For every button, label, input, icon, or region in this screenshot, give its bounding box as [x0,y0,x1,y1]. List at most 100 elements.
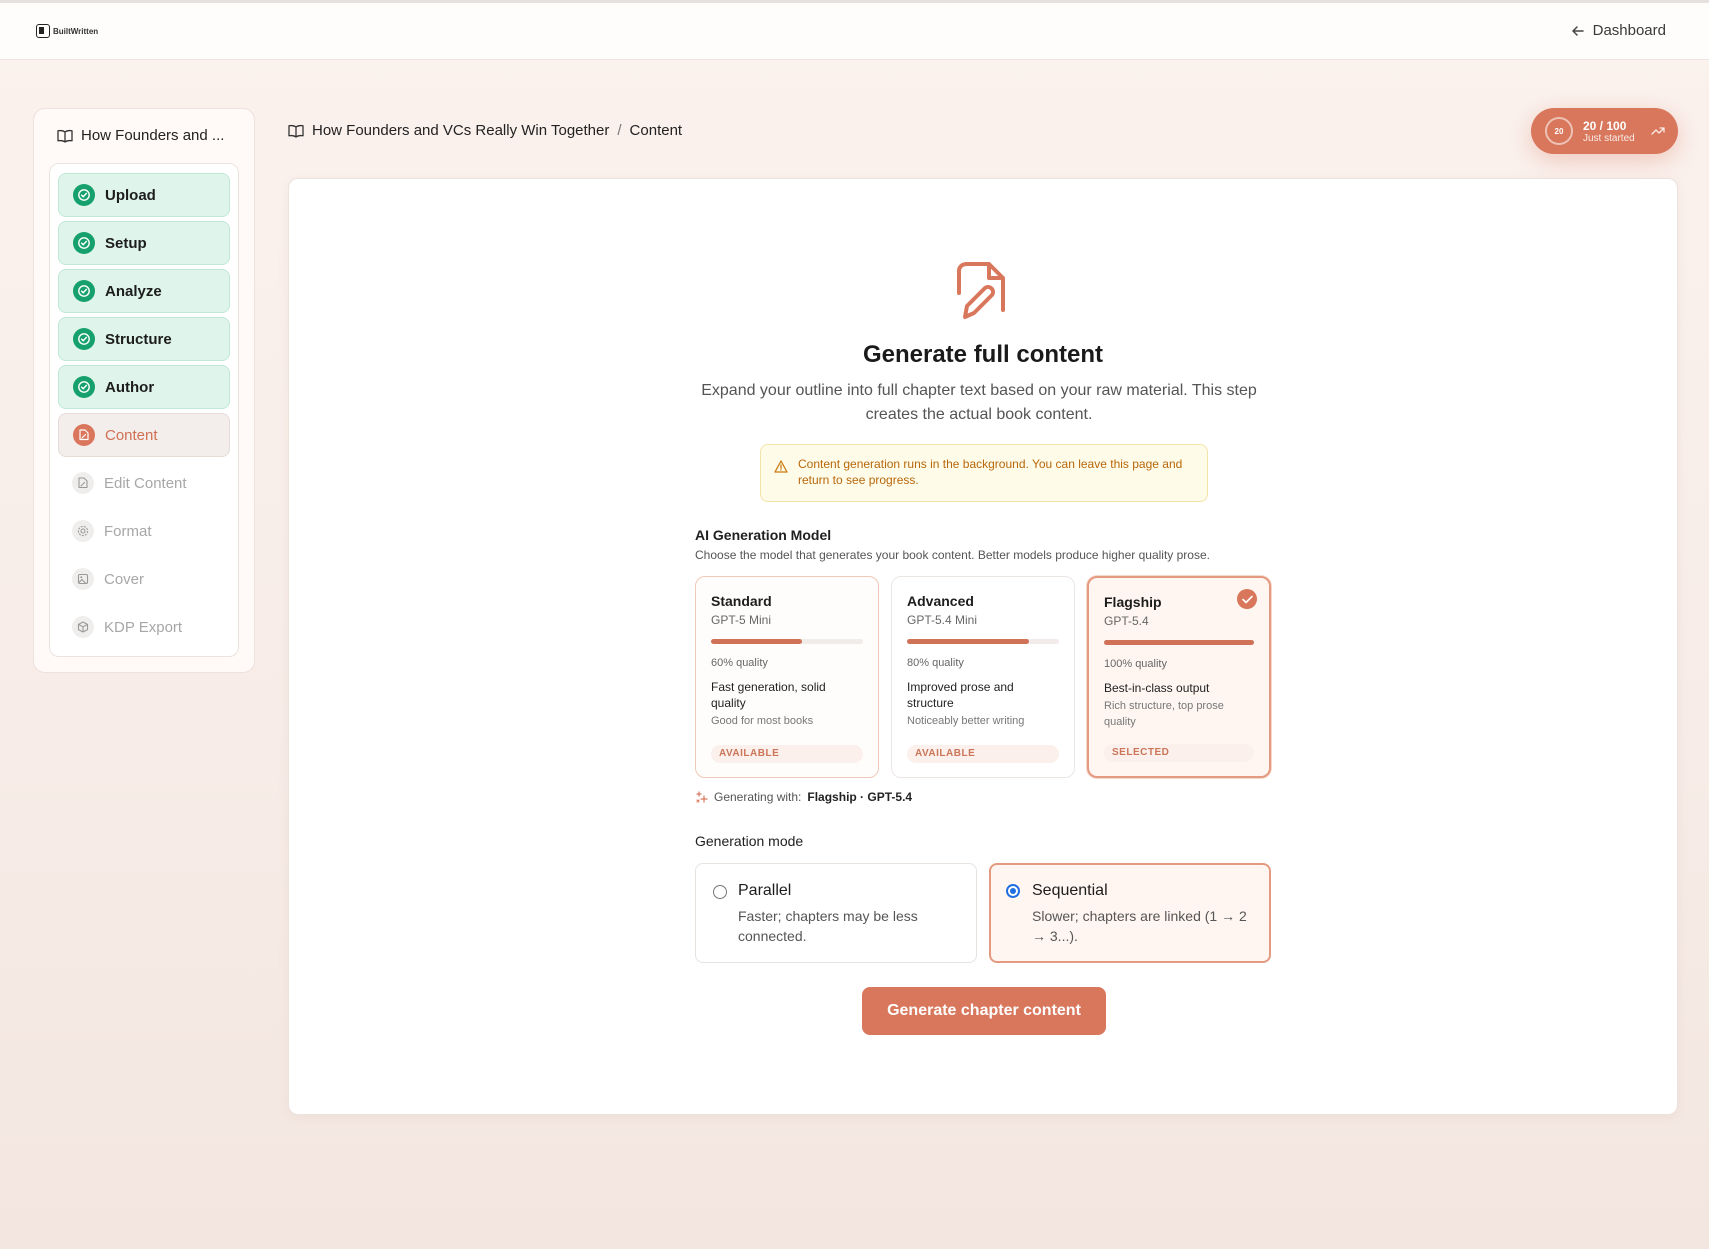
file-pen-icon [957,262,1005,319]
step-label: KDP Export [104,618,183,636]
content-card: Generate full content Expand your outlin… [288,178,1678,1115]
mode-option-sequential[interactable]: Sequential Slower; chapters are linked (… [989,863,1271,963]
step-label: Edit Content [104,474,187,492]
quality-fill [907,639,1029,644]
sparkles-icon [696,790,708,803]
score-text: 20 / 100 Just started [1583,119,1635,144]
generating-with-label: Generating with: [714,790,802,804]
mode-option-parallel[interactable]: Parallel Faster; chapters may be less co… [695,863,977,963]
book-icon [57,129,73,143]
sidebar: How Founders and ... Upload Setup Analyz… [33,108,255,673]
mode-section-title: Generation mode [695,833,804,849]
parallel-radio[interactable] [713,885,727,899]
model-name: Standard [711,593,772,609]
step-list: Upload Setup Analyze Structure Author Co… [49,163,239,657]
model-section-subtitle: Choose the model that generates your boo… [695,548,1210,562]
model-headline: Fast generation, solid quality [711,680,826,710]
arrow-left-icon [1571,25,1584,36]
step-label: Content [105,426,158,444]
quality-bar [1104,640,1254,645]
step-label: Setup [105,234,147,252]
step-setup[interactable]: Setup [58,221,230,265]
quality-fill [711,639,803,644]
model-card-flagship[interactable]: Flagship GPT-5.4 100% quality Best-in-cl… [1087,576,1271,778]
model-card-advanced[interactable]: Advanced GPT-5.4 Mini 80% quality Improv… [891,576,1075,778]
step-upload[interactable]: Upload [58,173,230,217]
dashboard-link[interactable]: Dashboard [1571,22,1666,39]
status-badge: SELECTED [1104,744,1254,762]
quality-label: 80% quality [907,657,964,669]
score-value: 20 / 100 [1583,118,1627,133]
book-icon [288,124,304,138]
model-id: GPT-5 Mini [711,613,772,627]
logo-text: BuiltWritten [53,26,99,36]
generating-with: Generating with: Flagship · GPT-5.4 [695,790,912,804]
page-title: Generate full content [862,341,1104,368]
logo-mark-icon [36,24,50,38]
model-section-title: AI Generation Model [695,527,832,543]
sidebar-title-text: How Founders and ... [81,127,225,144]
check-circle-icon [73,184,95,206]
step-label: Structure [105,330,172,348]
step-label: Analyze [105,282,162,300]
score-label: Just started [1583,132,1635,144]
sequential-radio[interactable] [1006,884,1020,898]
model-id: GPT-5.4 Mini [907,613,978,627]
top-bar: BuiltWritten Dashboard [0,0,1709,60]
breadcrumb-page: Content [629,122,683,139]
package-icon [72,616,94,638]
step-label: Author [105,378,155,396]
check-circle-icon [73,232,95,254]
check-circle-icon [73,280,95,302]
step-author[interactable]: Author [58,365,230,409]
dashboard-label: Dashboard [1592,22,1666,39]
step-label: Cover [104,570,145,588]
sidebar-book-title: How Founders and ... [57,127,224,144]
check-circle-icon [73,328,95,350]
breadcrumb-separator: / [617,122,622,139]
progress-score-badge[interactable]: 20 20 / 100 Just started [1531,108,1678,154]
mode-name: Parallel [738,882,792,899]
breadcrumb: How Founders and VCs Really Win Together… [288,122,682,139]
file-edit-icon [72,472,94,494]
generating-with-value: Flagship · GPT-5.4 [807,790,913,804]
file-pen-icon [73,424,95,446]
check-circle-icon [73,376,95,398]
breadcrumb-book[interactable]: How Founders and VCs Really Win Together [312,122,609,139]
step-kdp-export[interactable]: KDP Export [58,605,230,649]
step-cover[interactable]: Cover [58,557,230,601]
selected-check-icon [1237,589,1257,609]
quality-label: 60% quality [711,657,768,669]
step-content[interactable]: Content [58,413,230,457]
model-name: Advanced [907,593,974,609]
background-notice: Content generation runs in the backgroun… [760,444,1208,502]
page-description: Expand your outline into full chapter te… [701,382,1257,423]
model-headline: Improved prose and structure [907,680,1014,710]
mode-name: Sequential [1032,882,1108,899]
app-logo[interactable]: BuiltWritten [36,24,98,38]
warning-icon [774,460,788,473]
mode-description: Slower; chapters are linked (1 → 2 → 3..… [1032,908,1247,944]
model-id: GPT-5.4 [1104,614,1149,628]
step-edit-content[interactable]: Edit Content [58,461,230,505]
model-subtext: Noticeably better writing [907,715,1025,727]
mode-description: Faster; chapters may be less connected. [738,908,918,944]
quality-fill [1104,640,1254,645]
step-structure[interactable]: Structure [58,317,230,361]
step-label: Format [104,522,152,540]
step-label: Upload [105,186,156,204]
quality-label: 100% quality [1104,658,1167,670]
status-badge: AVAILABLE [711,745,863,763]
trending-up-icon [1651,127,1665,135]
notice-text: Content generation runs in the backgroun… [798,457,1183,487]
model-card-standard[interactable]: Standard GPT-5 Mini 60% quality Fast gen… [695,576,879,778]
quality-bar [711,639,863,644]
step-analyze[interactable]: Analyze [58,269,230,313]
model-name: Flagship [1104,594,1162,610]
generate-chapter-content-button[interactable]: Generate chapter content [862,987,1106,1035]
gear-icon [72,520,94,542]
status-badge: AVAILABLE [907,745,1059,763]
step-format[interactable]: Format [58,509,230,553]
model-subtext: Good for most books [711,715,814,727]
model-headline: Best-in-class output [1104,681,1210,695]
